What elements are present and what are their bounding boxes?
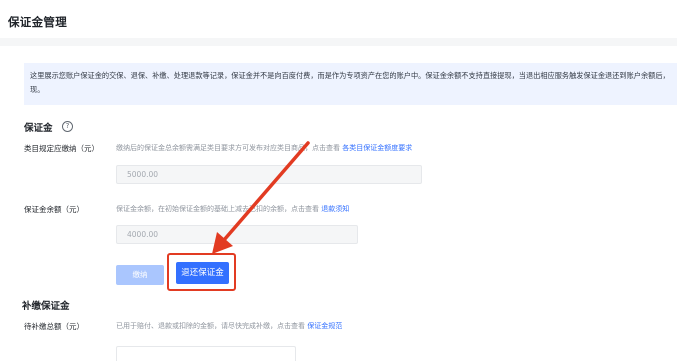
annotation-arrow-icon bbox=[212, 141, 310, 254]
deposit-management-page: 保证金管理 这里展示您账户保证金的交保、退保、补缴、处理退款等记录，保证金并不是… bbox=[0, 0, 677, 361]
